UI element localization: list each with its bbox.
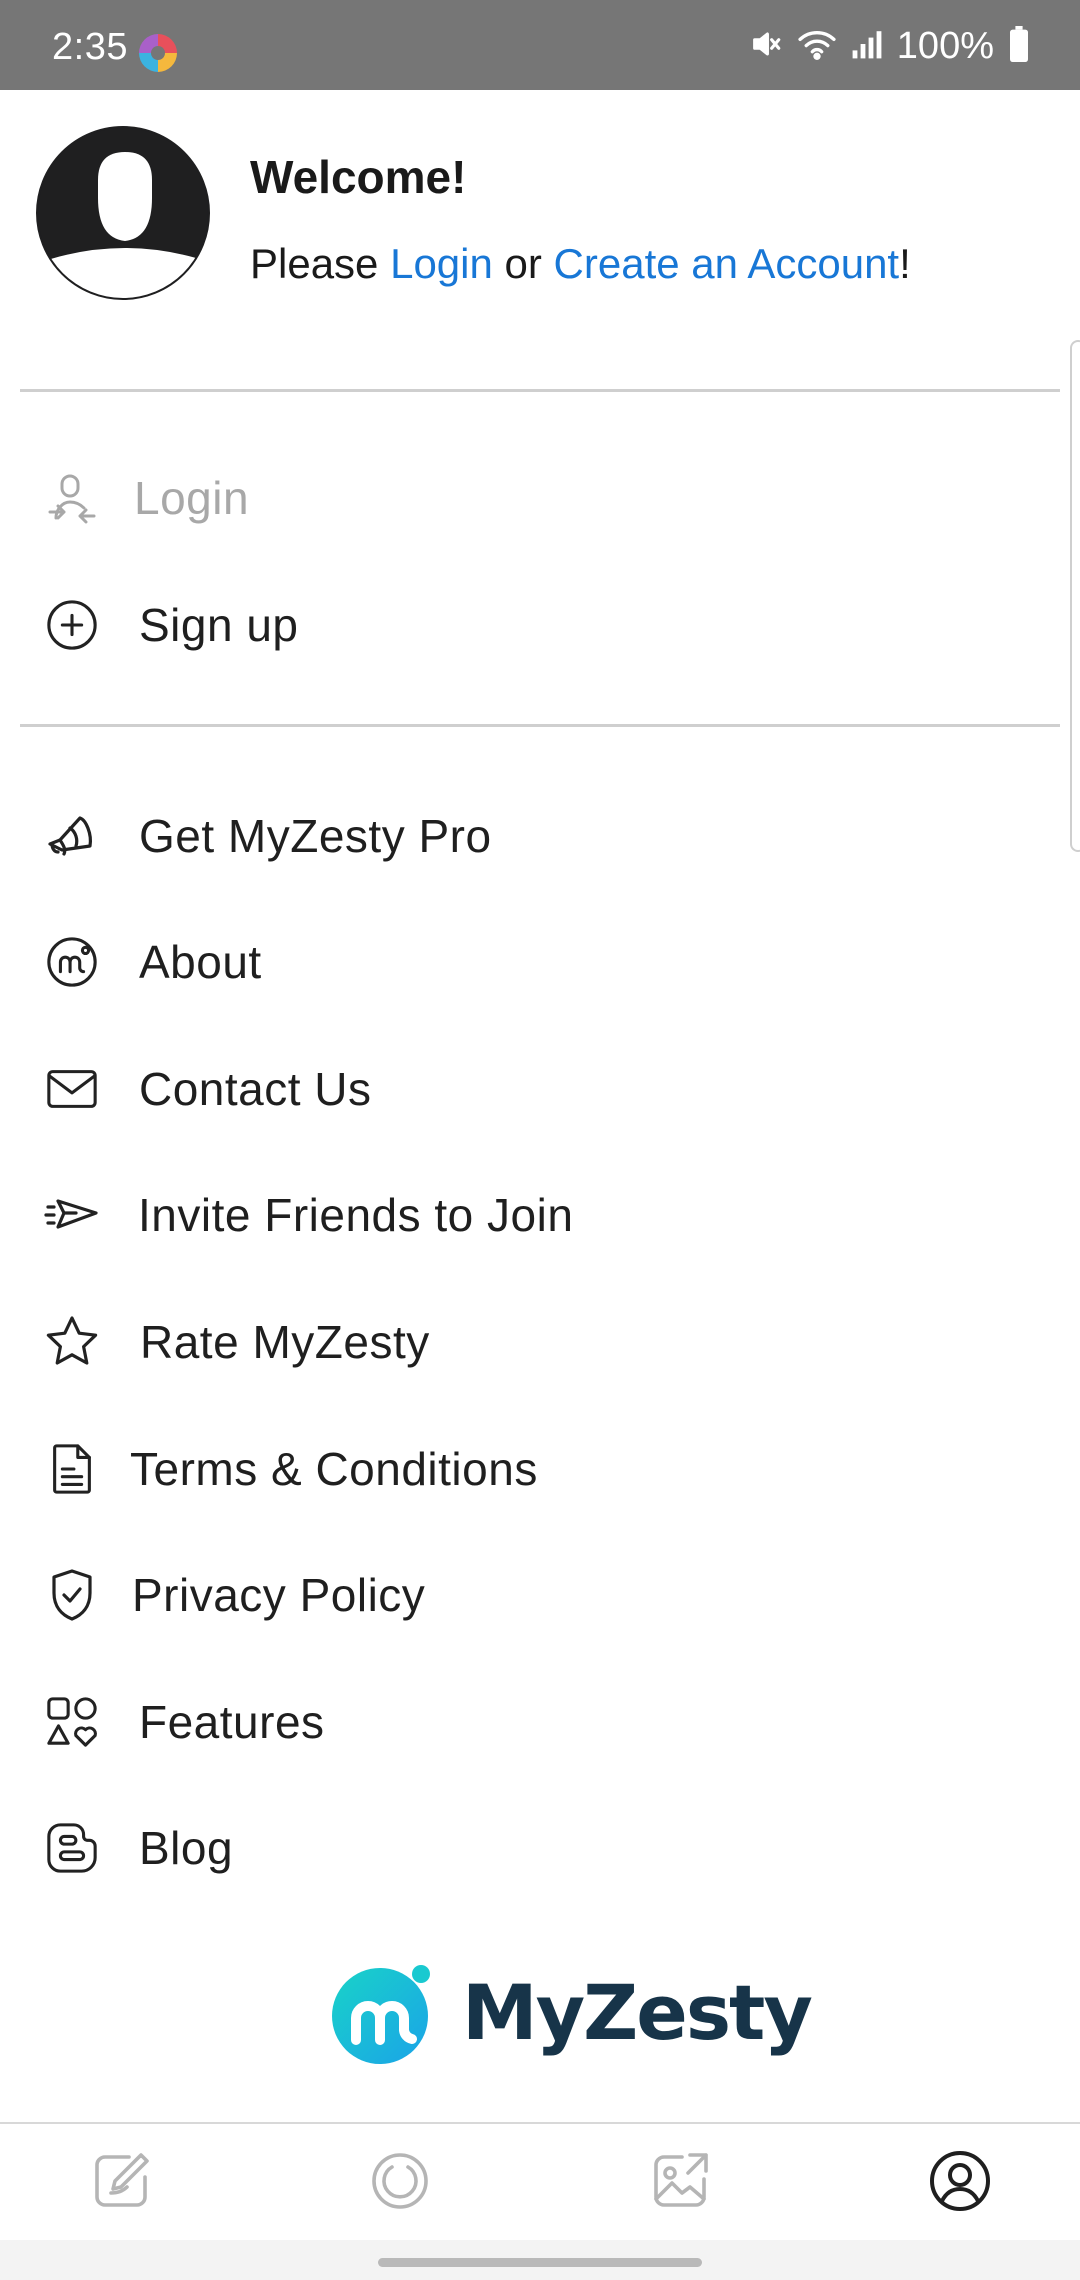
wifi-icon — [797, 27, 837, 66]
divider — [20, 724, 1060, 727]
menu-item-terms[interactable]: Terms & Conditions — [0, 1419, 1060, 1519]
mute-icon — [749, 27, 783, 66]
blogger-icon — [44, 1820, 100, 1876]
menu-label-terms: Terms & Conditions — [130, 1443, 538, 1495]
menu-item-blog[interactable]: Blog — [0, 1798, 1060, 1898]
menu-label-contact-us: Contact Us — [139, 1063, 372, 1115]
prompt-middle: or — [492, 240, 554, 287]
loading-circle-icon — [372, 2153, 428, 2209]
nav-loading-button[interactable] — [365, 2146, 435, 2216]
nav-profile-button[interactable] — [925, 2146, 995, 2216]
prompt-suffix: ! — [899, 240, 911, 287]
brand-name: MyZesty — [462, 1968, 813, 2057]
menu-item-contact-us[interactable]: Contact Us — [0, 1039, 1060, 1139]
status-bar: 2:35 100% — [0, 0, 1080, 90]
menu-item-privacy[interactable]: Privacy Policy — [0, 1545, 1060, 1645]
welcome-prompt: Please Login or Create an Account! — [250, 240, 911, 288]
create-account-link[interactable]: Create an Account — [554, 240, 900, 287]
myzesty-logo-icon — [44, 934, 100, 990]
profile-icon — [930, 2151, 990, 2211]
menu-item-login[interactable]: Login — [0, 448, 1060, 548]
shield-check-icon — [44, 1567, 100, 1623]
menu-item-rate[interactable]: Rate MyZesty — [0, 1292, 1060, 1392]
battery-icon — [1008, 25, 1030, 67]
login-user-icon — [44, 470, 100, 526]
menu-label-login: Login — [134, 472, 250, 524]
menu-label-privacy: Privacy Policy — [132, 1569, 426, 1621]
scroll-indicator[interactable] — [1070, 340, 1080, 852]
status-time: 2:35 — [52, 26, 128, 68]
divider — [20, 389, 1060, 392]
shapes-icon — [44, 1694, 100, 1750]
battery-percentage: 100% — [896, 24, 994, 67]
star-icon — [44, 1314, 100, 1370]
app-notification-icon — [139, 34, 177, 72]
envelope-icon — [44, 1061, 100, 1117]
share-image-icon — [654, 2153, 708, 2207]
plus-circle-icon — [44, 597, 100, 653]
menu-label-features: Features — [139, 1696, 325, 1748]
menu-item-sign-up[interactable]: Sign up — [0, 575, 1060, 675]
login-link[interactable]: Login — [390, 240, 493, 287]
menu-item-get-pro[interactable]: Get MyZesty Pro — [0, 786, 1060, 886]
menu-label-blog: Blog — [139, 1822, 234, 1874]
menu-label-about: About — [139, 936, 262, 988]
menu-label-invite-friends: Invite Friends to Join — [138, 1189, 574, 1241]
menu-label-rate: Rate MyZesty — [140, 1316, 430, 1368]
bottom-nav — [0, 2122, 1080, 2240]
myzesty-mark-icon — [332, 1965, 430, 2064]
avatar[interactable] — [36, 126, 210, 300]
welcome-title: Welcome! — [250, 151, 467, 203]
menu-label-get-pro: Get MyZesty Pro — [139, 810, 492, 862]
document-icon — [44, 1441, 100, 1497]
nav-edit-button[interactable] — [86, 2146, 156, 2216]
paper-plane-icon — [44, 1187, 100, 1243]
gesture-handle[interactable] — [378, 2258, 702, 2267]
menu-label-sign-up: Sign up — [139, 599, 299, 651]
edit-icon — [95, 2153, 149, 2207]
menu-item-features[interactable]: Features — [0, 1672, 1060, 1772]
cellular-signal-icon — [851, 28, 883, 65]
menu-item-about[interactable]: About — [0, 912, 1060, 1012]
prompt-prefix: Please — [250, 240, 391, 287]
menu-item-invite-friends[interactable]: Invite Friends to Join — [0, 1165, 1060, 1265]
status-icons: 100% — [749, 24, 1030, 67]
nav-share-image-button[interactable] — [645, 2146, 715, 2216]
megaphone-icon — [44, 808, 100, 864]
